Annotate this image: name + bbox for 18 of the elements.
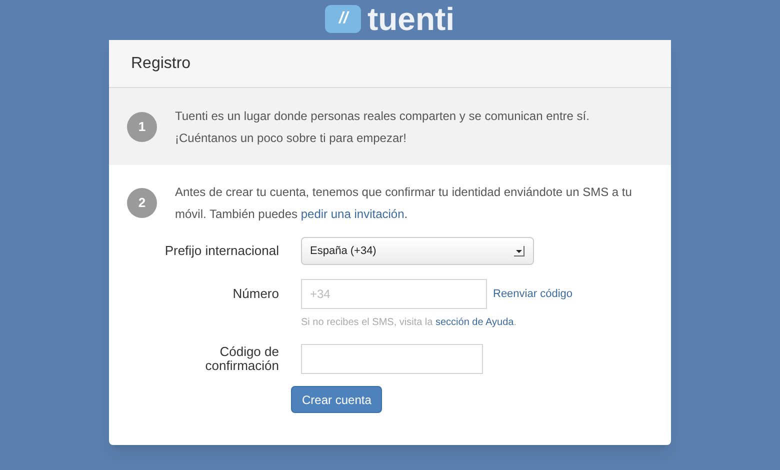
step-text: Tuenti es un lugar donde personas reales comparten y se comunican entre sí. ¡Cuéntanos un poco sobre ti para empezar! [175, 108, 590, 146]
step-number: 2 [127, 188, 157, 218]
resend-code-link[interactable]: Reenviar código [493, 286, 572, 302]
dropdown-arrow-icon [513, 245, 525, 257]
help-text: Si no recibes el SMS, visita la sección de Ayuda. [301, 316, 518, 330]
field-label: Prefijo internacional [164, 242, 279, 260]
create-account-button[interactable]: Crear cuenta [291, 386, 382, 413]
field-label: Número [232, 285, 279, 304]
help-link[interactable]: sección de Ayuda [436, 317, 514, 328]
step-text: Antes de crear tu cuenta, tenemos que confirmar tu identidad enviándote un SMS a tu móvil. También puedes pedir una invitación. [175, 184, 633, 223]
logo-mark: // [325, 5, 362, 33]
confirmation-code-field[interactable] [301, 344, 483, 374]
invitation-link[interactable]: pedir una invitación [300, 207, 404, 221]
country-select[interactable]: España (+34) [301, 237, 534, 265]
step-number: 1 [127, 112, 157, 142]
logo-text: tuenti [367, 1, 455, 37]
field-label: Código de confirmación [204, 345, 279, 373]
card-title: Registro [131, 54, 191, 74]
